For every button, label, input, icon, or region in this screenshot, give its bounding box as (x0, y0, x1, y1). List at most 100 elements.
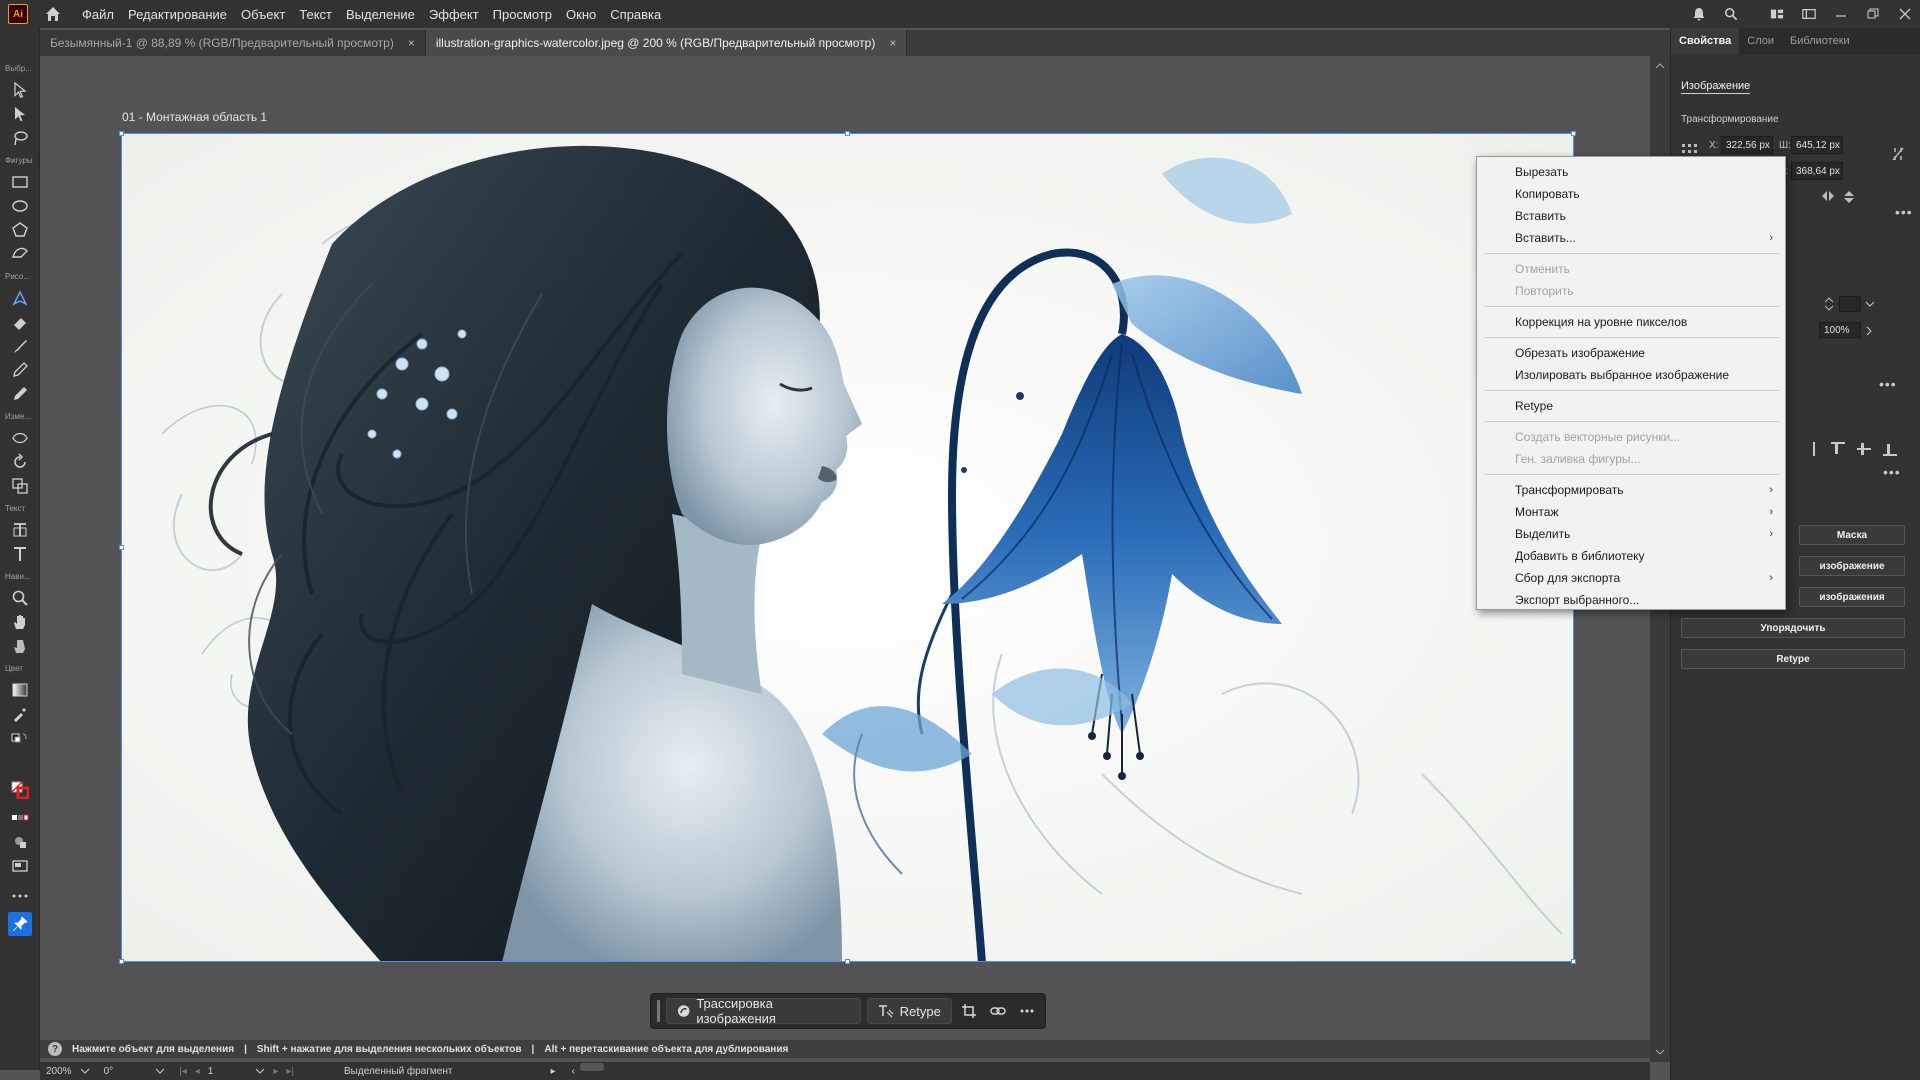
zoom-select[interactable]: 200% (46, 1064, 90, 1078)
context-menu-item[interactable]: Обрезать изображение (1477, 342, 1785, 364)
more-options-icon[interactable]: ••• (1879, 376, 1897, 392)
more-options-icon[interactable]: ••• (1883, 464, 1901, 480)
tab-libraries[interactable]: Библиотеки (1782, 28, 1858, 54)
retype-button[interactable]: Retype (866, 998, 952, 1024)
status-info[interactable]: Выделенный фрагмент ▸ ‹ (344, 1064, 575, 1078)
shaper-tool-icon[interactable] (10, 244, 30, 264)
menu-item-4[interactable]: Выделение (346, 7, 415, 22)
rotate-view-tool-icon[interactable] (10, 636, 30, 656)
more-tools-icon[interactable] (10, 886, 30, 906)
ellipse-tool-icon[interactable] (10, 196, 30, 216)
artboard-label[interactable]: 01 - Монтажная область 1 (122, 110, 267, 124)
opacity-field[interactable]: 100% (1819, 322, 1861, 338)
context-menu-item[interactable]: Retype (1477, 395, 1785, 417)
image-trace-button[interactable]: Трассировка изображения (665, 996, 861, 1026)
artboard-navigator[interactable]: |◂ ◂ 1 ▸ ▸| (179, 1064, 294, 1078)
menu-item-2[interactable]: Объект (241, 7, 285, 22)
gradient-tool-icon[interactable] (10, 680, 30, 700)
width-field[interactable]: 645,12 px (1791, 136, 1843, 154)
draw-mode-icon[interactable] (10, 832, 30, 852)
tab-layers[interactable]: Слои (1739, 28, 1782, 54)
context-menu-item[interactable]: Сбор для экспорта › (1477, 567, 1785, 589)
search-icon[interactable] (1724, 7, 1738, 21)
pencil-tool-icon[interactable] (10, 360, 30, 380)
eraser-tool-icon[interactable] (10, 312, 30, 332)
menu-item-6[interactable]: Просмотр (493, 7, 552, 22)
selection-handle[interactable] (1571, 959, 1576, 964)
align-icons[interactable] (1813, 440, 1903, 458)
screen-mode-icon[interactable] (10, 856, 30, 876)
brush-tool-icon[interactable] (10, 336, 30, 356)
horizontal-scroll-thumb[interactable] (580, 1063, 604, 1071)
rectangle-tool-icon[interactable] (10, 172, 30, 192)
hand-tool-icon[interactable] (10, 612, 30, 632)
color-mode-icon[interactable] (10, 808, 30, 828)
tab-document-1[interactable]: Безымянный-1 @ 88,89 % (RGB/Предваритель… (40, 30, 426, 56)
selection-handle[interactable] (845, 959, 850, 964)
context-menu-item[interactable]: Вставить... › (1477, 227, 1785, 249)
swap-fill-stroke-icon[interactable] (10, 730, 30, 750)
crop-icon[interactable] (958, 999, 981, 1023)
selection-handle[interactable] (845, 131, 850, 136)
restore-icon[interactable] (1866, 7, 1880, 21)
selection-handle[interactable] (119, 959, 124, 964)
link-icon[interactable] (987, 999, 1010, 1023)
fill-stroke-icon[interactable] (10, 780, 30, 800)
panel-icon[interactable] (1802, 7, 1816, 21)
menu-item-7[interactable]: Окно (566, 7, 596, 22)
next-artboard-icon[interactable]: ▸ (273, 1066, 278, 1077)
value-field[interactable] (1839, 296, 1861, 312)
context-menu-item[interactable]: Добавить в библиотеку (1477, 545, 1785, 567)
context-menu-item[interactable]: Экспорт выбранного... (1477, 589, 1785, 611)
context-menu-item[interactable]: Монтаж › (1477, 501, 1785, 523)
eyedropper-tool-icon[interactable] (10, 704, 30, 724)
help-icon[interactable]: ? (48, 1042, 62, 1056)
tab-properties[interactable]: Свойства (1671, 27, 1740, 54)
context-menu-item[interactable]: Коррекция на уровне пикселов (1477, 311, 1785, 333)
lasso-tool-icon[interactable] (10, 128, 30, 148)
constrain-proportions-icon[interactable] (1891, 146, 1905, 162)
context-menu-item[interactable]: Вырезать (1477, 161, 1785, 183)
height-field[interactable]: 368,64 px (1791, 162, 1843, 180)
reference-point-icon[interactable] (1681, 143, 1699, 157)
menu-item-5[interactable]: Эффект (429, 7, 479, 22)
menu-item-8[interactable]: Справка (610, 7, 661, 22)
first-artboard-icon[interactable]: |◂ (179, 1066, 187, 1077)
more-options-icon[interactable] (1016, 999, 1039, 1023)
image-button-1[interactable]: изображение (1799, 556, 1905, 576)
zoom-tool-icon[interactable] (10, 588, 30, 608)
context-menu-item[interactable]: Копировать (1477, 183, 1785, 205)
direct-selection-tool-icon[interactable] (10, 104, 30, 124)
type-on-path-tool-icon[interactable] (10, 520, 30, 540)
arrange-button[interactable]: Упорядочить (1681, 618, 1905, 638)
mask-button[interactable]: Маска (1799, 525, 1905, 545)
placed-image[interactable] (121, 133, 1574, 962)
status-menu-arrow[interactable]: ▸ (550, 1066, 555, 1077)
tab-document-2[interactable]: illustration-graphics-watercolor.jpeg @ … (425, 30, 908, 56)
tab-close-icon[interactable]: × (889, 36, 896, 50)
selection-handle[interactable] (119, 131, 124, 136)
selection-handle[interactable] (1571, 131, 1576, 136)
bell-icon[interactable] (1692, 7, 1706, 21)
drag-handle[interactable] (657, 1000, 660, 1022)
minimize-icon[interactable] (1834, 7, 1848, 21)
close-icon[interactable] (1898, 7, 1912, 21)
menu-item-1[interactable]: Редактирование (128, 7, 227, 22)
pin-icon[interactable] (8, 912, 32, 936)
home-icon[interactable] (42, 3, 64, 25)
selection-handle[interactable] (119, 545, 124, 550)
last-artboard-icon[interactable]: ▸| (286, 1066, 294, 1077)
pen-tool-icon[interactable] (10, 288, 30, 308)
blob-brush-tool-icon[interactable] (10, 384, 30, 404)
selection-tool-icon[interactable] (10, 80, 30, 100)
context-menu-item[interactable]: Выделить › (1477, 523, 1785, 545)
chevron-right-icon[interactable] (1865, 326, 1873, 336)
prev-artboard-icon[interactable]: ◂ (195, 1066, 200, 1077)
flip-vertical-icon[interactable] (1843, 190, 1855, 204)
menu-item-0[interactable]: Файл (82, 7, 114, 22)
scroll-left-arrow[interactable]: ‹ (572, 1066, 575, 1077)
width-tool-icon[interactable] (10, 428, 30, 448)
context-menu-item[interactable]: Вставить (1477, 205, 1785, 227)
chevron-down-icon[interactable] (1865, 300, 1875, 308)
stepper-icon[interactable] (1823, 296, 1835, 312)
